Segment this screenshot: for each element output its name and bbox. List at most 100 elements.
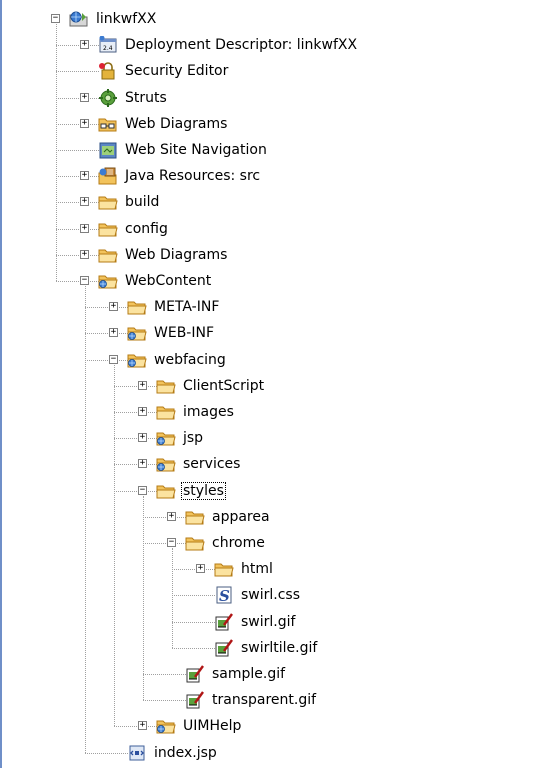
tree-item-transparent-gif[interactable]: transparent.gif	[168, 689, 555, 713]
expand-icon[interactable]: +	[138, 380, 147, 390]
tree-item-label: Web Site Navigation	[125, 142, 267, 158]
collapse-icon[interactable]: −	[109, 354, 118, 364]
tree-guide-line	[143, 495, 144, 701]
tree-item-label: chrome	[212, 535, 265, 551]
tree-item-linkwfxx[interactable]: − linkwfXX	[51, 8, 555, 32]
web-folder-icon	[127, 351, 147, 369]
project-explorer-tree[interactable]: − linkwfXX + 2.4 Deployment Descriptor: l…	[0, 0, 555, 768]
tree-item-web-diagrams[interactable]: + Web Diagrams	[80, 113, 555, 137]
site-navigation-icon	[98, 141, 118, 159]
tree-item-label: Web Diagrams	[125, 115, 228, 132]
tree-item-label: webfacing	[154, 351, 226, 368]
tree-item-sample-gif[interactable]: sample.gif	[168, 663, 555, 687]
expand-icon[interactable]: +	[80, 223, 89, 233]
tree-item-label: WebContent	[125, 273, 212, 289]
expand-icon[interactable]: +	[196, 564, 205, 574]
tree-item-swirltile-gif[interactable]: swirltile.gif	[197, 637, 555, 661]
tree-item-apparea[interactable]: + apparea	[167, 506, 555, 530]
tree-item-swirl-gif[interactable]: swirl.gif	[197, 611, 555, 635]
tree-item-label: index.jsp	[154, 744, 217, 761]
svg-text:S: S	[219, 587, 230, 604]
expand-icon[interactable]: +	[138, 407, 147, 416]
web-project-icon	[69, 10, 89, 28]
folder-icon	[98, 246, 118, 264]
tree-item-label: Struts	[125, 89, 167, 106]
expand-icon[interactable]: +	[80, 118, 89, 128]
tree-item-label: sample.gif	[212, 666, 286, 682]
tree-item-struts[interactable]: + Struts	[80, 87, 555, 111]
tree-item-label: swirl.gif	[241, 613, 296, 630]
collapse-icon[interactable]: −	[138, 485, 147, 495]
web-folder-icon	[156, 455, 176, 473]
expand-icon[interactable]: +	[109, 328, 118, 338]
folder-icon	[127, 298, 147, 316]
expand-icon[interactable]: +	[109, 302, 118, 312]
tree-item-security-editor[interactable]: Security Editor	[81, 60, 555, 84]
tree-item-swirl-css[interactable]: Sswirl.css	[197, 584, 555, 608]
tree-item-java-resources-src[interactable]: + Java Resources: src	[80, 165, 555, 189]
tree-item-label: build	[125, 194, 160, 211]
gif-file-icon	[214, 612, 234, 631]
expand-icon[interactable]: +	[138, 721, 147, 731]
tree-item-styles[interactable]: − styles	[138, 480, 555, 504]
tree-item-clientscript[interactable]: + ClientScript	[138, 375, 555, 399]
tree-item-deployment-descriptor-linkwfxx[interactable]: + 2.4 Deployment Descriptor: linkwfXX	[80, 34, 555, 58]
expand-icon[interactable]: +	[80, 197, 89, 207]
tree-item-uimhelp[interactable]: + UIMHelp	[138, 715, 555, 739]
expand-icon[interactable]: +	[167, 511, 176, 521]
web-diagram-icon	[98, 115, 118, 133]
tree-item-label: ClientScript	[183, 377, 265, 394]
folder-icon	[185, 508, 205, 526]
tree-item-label: Security Editor	[125, 63, 229, 80]
expand-icon[interactable]: +	[138, 459, 147, 469]
folder-icon	[98, 193, 118, 211]
expand-icon[interactable]: +	[80, 171, 89, 181]
tree-item-index-jsp[interactable]: index.jsp	[110, 742, 555, 766]
css-file-icon: S	[214, 586, 234, 605]
tree-guide-line	[85, 286, 86, 753]
expand-icon[interactable]: +	[80, 249, 89, 259]
web-folder-icon	[156, 717, 176, 735]
folder-icon	[156, 403, 176, 421]
tree-item-label: UIMHelp	[183, 718, 242, 735]
tree-item-meta-inf[interactable]: + META-INF	[109, 296, 555, 320]
web-folder-icon	[156, 429, 176, 447]
expand-icon[interactable]: +	[80, 92, 89, 102]
expand-icon[interactable]: +	[138, 433, 147, 443]
tree-guide-line	[172, 548, 173, 648]
tree-item-label: images	[183, 404, 234, 420]
gif-file-icon	[214, 639, 234, 657]
java-resources-icon	[98, 167, 118, 185]
tree-item-build[interactable]: + build	[80, 191, 555, 215]
tree-item-label: html	[241, 561, 273, 578]
tree-item-label: META-INF	[154, 299, 220, 316]
tree-item-label: jsp	[183, 430, 204, 447]
collapse-icon[interactable]: −	[51, 14, 60, 23]
tree-item-label: apparea	[212, 508, 270, 525]
tree-item-label: WEB-INF	[154, 325, 214, 342]
tree-guide-line	[56, 24, 57, 281]
tree-item-html[interactable]: + html	[196, 558, 555, 582]
folder-icon	[156, 377, 176, 395]
collapse-icon[interactable]: −	[167, 538, 176, 547]
tree-item-webcontent[interactable]: − WebContent	[80, 270, 555, 294]
gif-file-icon	[185, 691, 205, 709]
tree-item-chrome[interactable]: − chrome	[167, 532, 555, 556]
tree-item-label: swirl.css	[241, 587, 301, 604]
svg-text:2.4: 2.4	[103, 45, 113, 52]
tree-item-web-site-navigation[interactable]: Web Site Navigation	[81, 139, 555, 163]
tree-item-services[interactable]: + services	[138, 453, 555, 477]
tree-item-jsp[interactable]: + jsp	[138, 427, 555, 451]
tree-item-label: swirltile.gif	[241, 639, 318, 656]
tree-item-web-inf[interactable]: + WEB-INF	[109, 322, 555, 346]
tree-item-webfacing[interactable]: − webfacing	[109, 349, 555, 373]
folder-icon	[214, 560, 234, 578]
web-folder-icon	[127, 324, 147, 342]
tree-item-config[interactable]: + config	[80, 218, 555, 242]
tree-item-web-diagrams[interactable]: + Web Diagrams	[80, 244, 555, 268]
tree-item-images[interactable]: + images	[138, 401, 555, 425]
expand-icon[interactable]: +	[80, 40, 89, 50]
collapse-icon[interactable]: −	[80, 276, 89, 285]
tree-item-label: Web Diagrams	[125, 246, 228, 263]
security-editor-icon	[98, 62, 118, 80]
